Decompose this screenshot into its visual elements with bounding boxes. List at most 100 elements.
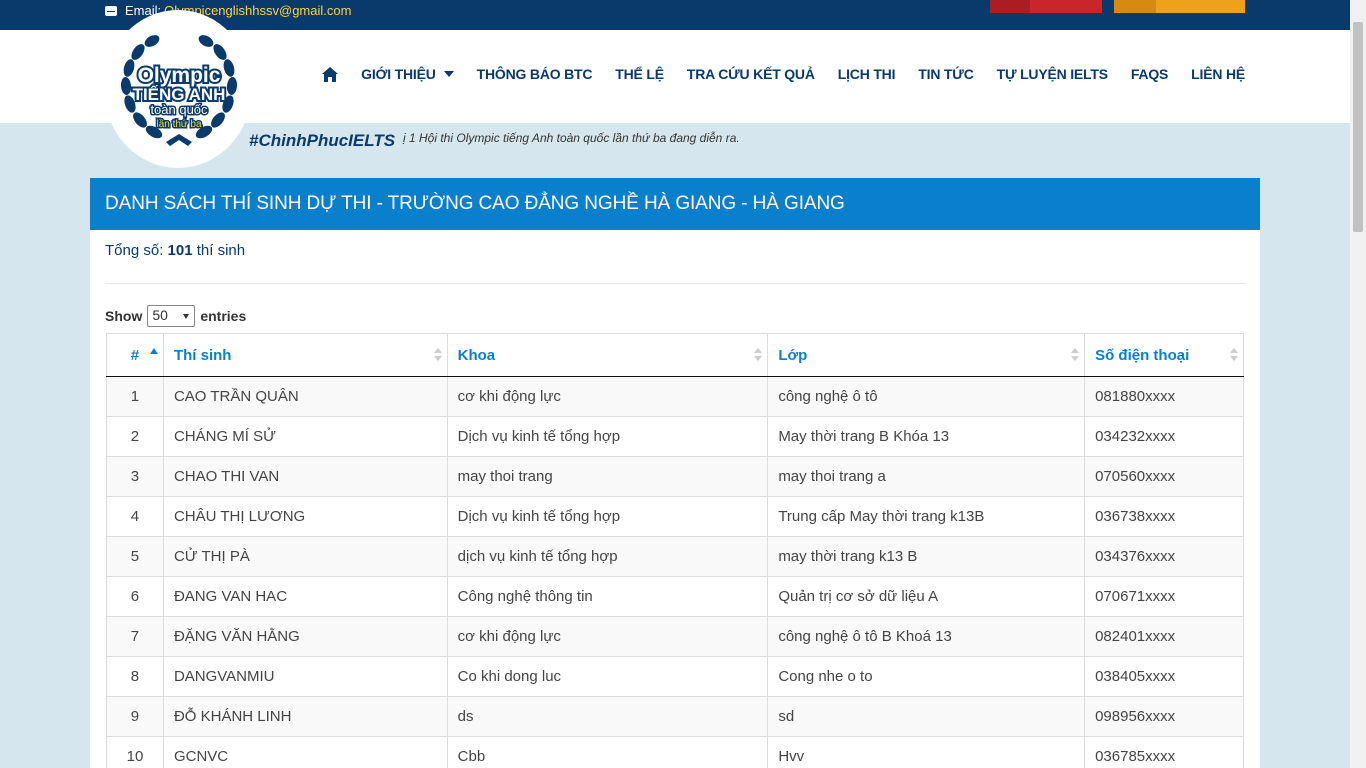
cell-num: 4 <box>106 496 164 537</box>
cell-phone: 036785xxxx <box>1084 736 1244 768</box>
logo-line3: toàn quốc <box>150 102 208 117</box>
caret-down-icon <box>443 71 454 77</box>
col-header-label: Khoa <box>457 346 496 364</box>
cell-name: GCNVC <box>162 736 448 768</box>
total-label: Tổng số: <box>105 242 164 259</box>
hashtag-tagline: #ChinhPhucIELTS <box>249 131 396 150</box>
logo-line1: Olympic <box>138 64 221 87</box>
cell-phone: 034376xxxx <box>1084 536 1244 577</box>
col-header-khoa[interactable]: Khoa <box>446 333 769 377</box>
total-count: Tổng số: 101 thí sinh <box>105 242 245 259</box>
entries-label: entries <box>200 308 247 324</box>
cell-name: CHÂU THỊ LƯƠNG <box>162 496 448 537</box>
nav-home[interactable] <box>322 66 339 82</box>
scrollbar-thumb[interactable] <box>1353 22 1363 232</box>
col-header-lop[interactable]: Lớp <box>767 333 1086 377</box>
content-panel: DANH SÁCH THÍ SINH DỰ THI - TRƯỜNG CAO Đ… <box>90 178 1260 768</box>
sort-icon <box>1071 348 1080 362</box>
cell-name: DANGVANMIU <box>162 656 448 697</box>
table-row: 3 CHAO THI VAN may thoi trang may thoi tran… <box>106 456 1244 497</box>
table-row: 2 CHÁNG MÍ SỬ Dịch vụ kinh tế tổng hợp May … <box>106 416 1244 457</box>
nav-tu-luyen-ielts[interactable]: TỰ LUYỆN IELTS <box>997 66 1108 82</box>
nav-tin-tuc[interactable]: TIN TỨC <box>918 66 974 82</box>
sort-asc-icon <box>149 348 158 354</box>
cell-khoa: Cbb <box>446 736 769 768</box>
col-header-label: Lớp <box>778 346 808 364</box>
cell-khoa: cơ khi động lực <box>446 376 769 417</box>
table-row: 8 DANGVANMIU Co khi dong luc Cong nhe o to 0… <box>106 656 1244 697</box>
cell-num: 1 <box>106 376 164 417</box>
cell-phone: 070671xxxx <box>1084 576 1244 617</box>
cell-khoa: cơ khi động lực <box>446 616 769 657</box>
cell-lop: may thoi trang a <box>767 456 1086 497</box>
cell-lop: may thời trang k13 B <box>767 536 1086 577</box>
cell-num: 2 <box>106 416 164 457</box>
cell-lop: May thời trang B Khóa 13 <box>767 416 1086 457</box>
cell-phone: 082401xxxx <box>1084 616 1244 657</box>
col-header-label: # <box>130 346 140 364</box>
sort-icon <box>1230 348 1238 362</box>
total-number: 101 <box>167 242 193 259</box>
nav-gioi-thieu[interactable]: GIỚI THIỆU <box>361 66 454 82</box>
cell-lop: Cong nhe o to <box>767 656 1086 697</box>
top-red-button[interactable] <box>990 0 1102 13</box>
divider <box>105 283 1245 284</box>
envelope-icon <box>105 5 117 16</box>
cell-name: ĐẶNG VĂN HẰNG <box>162 616 448 657</box>
sort-icon <box>754 348 763 362</box>
table-row: 6 ĐANG VAN HAC Công nghệ thông tin Quản trị… <box>106 576 1244 617</box>
cell-khoa: Co khi dong luc <box>446 656 769 697</box>
cell-phone: 038405xxxx <box>1084 656 1244 697</box>
cell-name: CỬ THỊ PÀ <box>162 536 448 577</box>
home-icon <box>322 66 339 82</box>
table-row: 1 CAO TRẦN QUÂN cơ khi động lực công nghệ ô… <box>106 376 1244 417</box>
cell-num: 6 <box>106 576 164 617</box>
marquee-text: ị 1 Hội thi Olympic tiếng Anh toàn quốc … <box>403 131 740 145</box>
page-scrollbar[interactable] <box>1350 0 1366 768</box>
top-orange-button[interactable] <box>1114 0 1245 13</box>
table-row: 10 GCNVC Cbb Hvv 036785xxxx <box>106 736 1244 768</box>
cell-khoa: Công nghệ thông tin <box>446 576 769 617</box>
nav-label: GIỚI THIỆU <box>361 66 436 82</box>
entries-select[interactable]: 50 <box>147 305 196 327</box>
cell-phone: 081880xxxx <box>1084 376 1244 417</box>
cell-num: 7 <box>106 616 164 657</box>
nav-the-le[interactable]: THỂ LỆ <box>615 66 664 82</box>
nav-thong-bao-btc[interactable]: THÔNG BÁO BTC <box>477 66 593 82</box>
nav-tra-cuu-ket-qua[interactable]: TRA CỨU KẾT QUẢ <box>687 66 815 82</box>
nav-lien-he[interactable]: LIÊN HỆ <box>1191 66 1245 82</box>
col-header-phone[interactable]: Số điện thoại <box>1084 333 1244 377</box>
total-unit: thí sinh <box>196 242 246 259</box>
table-row: 5 CỬ THỊ PÀ dịch vụ kinh tế tổng hợp may th… <box>106 536 1244 577</box>
cell-lop: công nghệ ô tô B Khoá 13 <box>767 616 1086 657</box>
site-logo[interactable]: Olympic TIẾNG ANH toàn quốc lần thứ ba <box>116 34 242 154</box>
cell-lop: Trung cấp May thời trang k13B <box>767 496 1086 537</box>
cell-khoa: Dịch vụ kinh tế tổng hợp <box>446 416 769 457</box>
cell-lop: Hvv <box>767 736 1086 768</box>
nav-faqs[interactable]: FAQS <box>1131 66 1169 82</box>
candidates-table: # Thí sinh Khoa Lớp Số điện thoại 1 CAO … <box>106 333 1244 768</box>
cell-phone: 070560xxxx <box>1084 456 1244 497</box>
cell-num: 5 <box>106 536 164 577</box>
show-label: Show <box>105 308 143 324</box>
cell-name: ĐANG VAN HAC <box>162 576 448 617</box>
col-header-name[interactable]: Thí sinh <box>162 333 448 377</box>
cell-name: ĐỖ KHÁNH LINH <box>162 696 448 737</box>
nav-lich-thi[interactable]: LỊCH THI <box>838 66 896 82</box>
email-info: Email: Olympicenglishhssv@gmail.com <box>105 3 351 18</box>
page-title: DANH SÁCH THÍ SINH DỰ THI - TRƯỜNG CAO Đ… <box>90 178 1260 230</box>
cell-khoa: ds <box>446 696 769 737</box>
col-header-num[interactable]: # <box>106 333 164 377</box>
col-header-label: Số điện thoại <box>1095 346 1190 364</box>
sort-icon <box>433 348 442 362</box>
table-row: 7 ĐẶNG VĂN HẰNG cơ khi động lực công nghệ ô… <box>106 616 1244 657</box>
cell-num: 9 <box>106 696 164 737</box>
cell-phone: 034232xxxx <box>1084 416 1244 457</box>
cell-khoa: may thoi trang <box>446 456 769 497</box>
table-header-row: # Thí sinh Khoa Lớp Số điện thoại <box>106 333 1244 377</box>
cell-num: 3 <box>106 456 164 497</box>
cell-lop: Quản trị cơ sở dữ liệu A <box>767 576 1086 617</box>
cell-name: CHÁNG MÍ SỬ <box>162 416 448 457</box>
table-row: 4 CHÂU THỊ LƯƠNG Dịch vụ kinh tế tổng hợp T… <box>106 496 1244 537</box>
table-row: 9 ĐỖ KHÁNH LINH ds sd 098956xxxx <box>106 696 1244 737</box>
